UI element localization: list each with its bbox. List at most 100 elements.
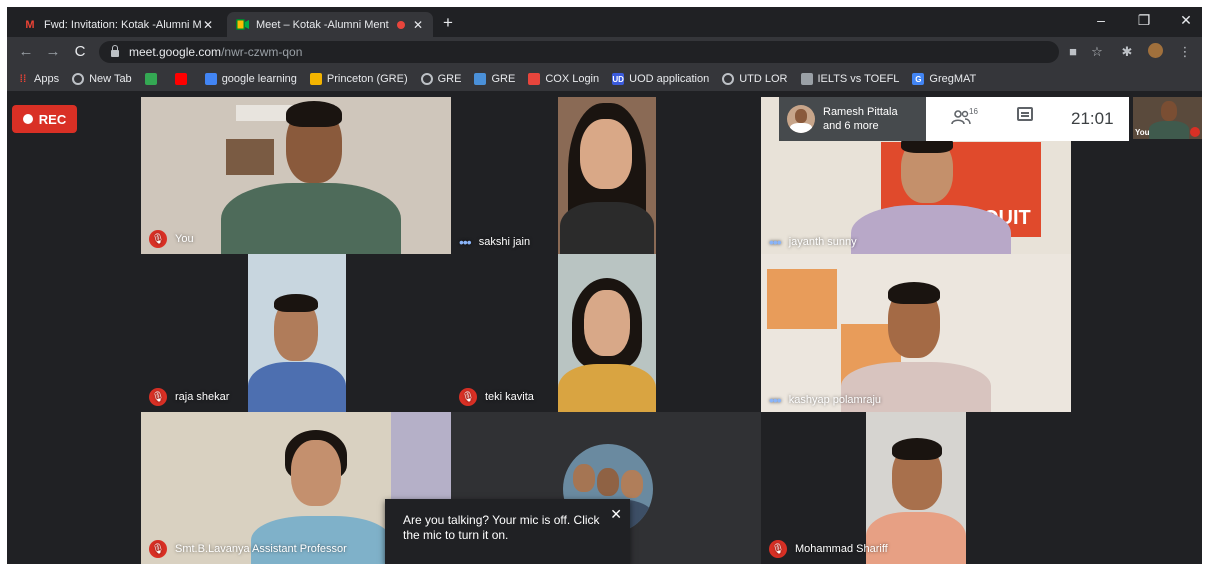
- bookmark-label: Apps: [34, 73, 60, 85]
- bookmark-item[interactable]: UD UOD application: [612, 73, 709, 85]
- participant-name-label: 🎙︎ You: [149, 230, 194, 248]
- bookmark-star-icon[interactable]: ☆: [1089, 44, 1105, 60]
- gre-icon: [474, 73, 487, 85]
- chat-icon[interactable]: [1017, 107, 1033, 121]
- bookmark-item[interactable]: [144, 73, 162, 85]
- bookmark-label: GRE: [491, 73, 516, 85]
- uod-icon: UD: [612, 73, 625, 85]
- participant-name-label: ••• kashyap polamraju: [769, 392, 882, 408]
- new-tab-button[interactable]: +: [443, 13, 453, 33]
- tab-title: Meet – Kotak -Alumni Ment: [256, 18, 389, 31]
- bookmark-label: UTD LOR: [739, 73, 788, 85]
- participant-video: [221, 97, 401, 254]
- participant-video: [841, 254, 991, 412]
- close-icon[interactable]: ✕: [610, 507, 622, 522]
- tab-gmail[interactable]: M Fwd: Invitation: Kotak -Alumni M ✕: [15, 12, 223, 37]
- meeting-clock: 21:01: [1071, 109, 1114, 128]
- tab-title: Fwd: Invitation: Kotak -Alumni M: [44, 18, 201, 31]
- reload-icon[interactable]: C: [71, 43, 89, 60]
- bookmark-label: GRE: [437, 73, 462, 85]
- ielts-icon: [800, 73, 813, 85]
- mic-off-icon: 🎙︎: [459, 388, 477, 406]
- record-icon: [22, 114, 33, 124]
- participant-name-label: ••• sakshi jain: [459, 234, 531, 250]
- back-icon[interactable]: ←: [17, 43, 35, 60]
- participant-name-label: 🎙︎ Mohammad Shariff: [769, 540, 888, 558]
- mic-off-icon: 🎙︎: [769, 540, 787, 558]
- lock-icon: [111, 44, 119, 57]
- bookmark-label: GregMAT: [929, 73, 977, 85]
- cox-icon: [528, 73, 541, 85]
- bookmark-item[interactable]: G GregMAT: [912, 73, 976, 85]
- forward-icon[interactable]: →: [44, 43, 62, 60]
- bookmark-item[interactable]: IELTS vs TOEFL: [800, 73, 900, 85]
- google-icon: [204, 73, 217, 85]
- youtube-icon: [174, 73, 187, 85]
- participant-video: [248, 254, 346, 412]
- people-count: 16: [969, 107, 978, 116]
- presenter-chip[interactable]: Ramesh Pittala and 6 more: [779, 97, 926, 141]
- minimize-button[interactable]: –: [1092, 12, 1110, 28]
- browser-window: M Fwd: Invitation: Kotak -Alumni M ✕ Mee…: [7, 7, 1202, 564]
- tab-strip: M Fwd: Invitation: Kotak -Alumni M ✕ Mee…: [7, 7, 1202, 37]
- bookmark-item[interactable]: New Tab: [72, 73, 132, 85]
- bookmark-label: IELTS vs TOEFL: [817, 73, 900, 85]
- mic-off-icon: 🎙︎: [149, 230, 167, 248]
- bookmark-item[interactable]: COX Login: [528, 73, 599, 85]
- bookmark-label: COX Login: [545, 73, 600, 85]
- menu-icon[interactable]: ⋮: [1177, 44, 1193, 60]
- bookmark-item[interactable]: google learning: [204, 73, 297, 85]
- participant-tile[interactable]: 🎙︎ teki kavita: [451, 254, 761, 412]
- bookmark-item[interactable]: [174, 73, 192, 85]
- gmail-icon: M: [25, 18, 35, 31]
- url-host: meet.google.com: [129, 45, 222, 59]
- bookmark-item[interactable]: Princeton (GRE): [309, 73, 408, 85]
- self-view-thumbnail[interactable]: You: [1133, 97, 1202, 139]
- participant-video: [558, 97, 656, 254]
- participant-tile[interactable]: ••• kashyap polamraju: [761, 254, 1071, 412]
- rec-label: REC: [38, 111, 67, 127]
- participant-name-label: ••• jayanth sunny: [769, 234, 857, 250]
- browser-toolbar: ← → C meet.google.com/nwr-czwm-qon ■ ☆ ✱…: [7, 37, 1202, 67]
- gregmat-icon: G: [912, 73, 925, 85]
- globe-icon: [72, 73, 85, 85]
- presenter-extra: and 6 more: [823, 120, 879, 132]
- toast-message: Are you talking? Your mic is off. Click …: [403, 513, 600, 542]
- url-path: /nwr-czwm-qon: [221, 45, 303, 59]
- mic-off-icon: 🎙︎: [149, 540, 167, 558]
- bookmark-item[interactable]: GRE: [474, 73, 515, 85]
- bookmark-label: New Tab: [89, 73, 132, 85]
- flag-icon: [144, 73, 157, 85]
- meet-stage: REC 🎙︎ You ••• sakshi jain QUIT ••• jaya…: [7, 97, 1202, 564]
- participant-tile[interactable]: 🎙︎ Mohammad Shariff: [761, 412, 1071, 564]
- meeting-controls-panel: Ramesh Pittala and 6 more 16 21:01: [779, 97, 1129, 141]
- speaking-indicator-icon: •••: [769, 234, 782, 250]
- close-tab-icon[interactable]: ✕: [411, 18, 425, 32]
- participant-name-label: 🎙︎ teki kavita: [459, 388, 534, 406]
- extensions-icon[interactable]: ✱: [1119, 44, 1135, 60]
- restore-button[interactable]: ❐: [1135, 12, 1153, 29]
- participant-tile[interactable]: ••• sakshi jain: [451, 97, 761, 254]
- bookmark-item[interactable]: UTD LOR: [722, 73, 788, 85]
- address-bar[interactable]: meet.google.com/nwr-czwm-qon: [99, 41, 1059, 63]
- participant-tile[interactable]: 🎙︎ raja shekar: [141, 254, 451, 412]
- tab-meet[interactable]: Meet – Kotak -Alumni Ment ✕: [227, 12, 433, 37]
- participant-video: [558, 254, 656, 412]
- camera-icon[interactable]: ■: [1065, 44, 1081, 59]
- profile-avatar[interactable]: [1147, 43, 1163, 61]
- globe-icon: [420, 73, 433, 85]
- globe-icon: [722, 73, 735, 85]
- close-tab-icon[interactable]: ✕: [201, 18, 215, 32]
- presenter-name: Ramesh Pittala: [823, 106, 898, 118]
- people-icon[interactable]: [951, 109, 971, 130]
- bookmark-item[interactable]: GRE: [420, 73, 462, 85]
- self-view-label: You: [1135, 128, 1150, 137]
- mic-off-icon: 🎙︎: [149, 388, 167, 406]
- recording-indicator[interactable]: REC: [12, 105, 77, 133]
- bookmark-item[interactable]: ⁞⁞ Apps: [17, 73, 59, 85]
- participant-tile[interactable]: 🎙︎ You: [141, 97, 451, 254]
- bookmark-label: UOD application: [629, 73, 710, 85]
- close-window-button[interactable]: ✕: [1177, 12, 1195, 29]
- bookmarks-bar: ⁞⁞ Apps New Tab google learning Princeton (G…: [7, 67, 1202, 91]
- wall-decor: [767, 269, 837, 329]
